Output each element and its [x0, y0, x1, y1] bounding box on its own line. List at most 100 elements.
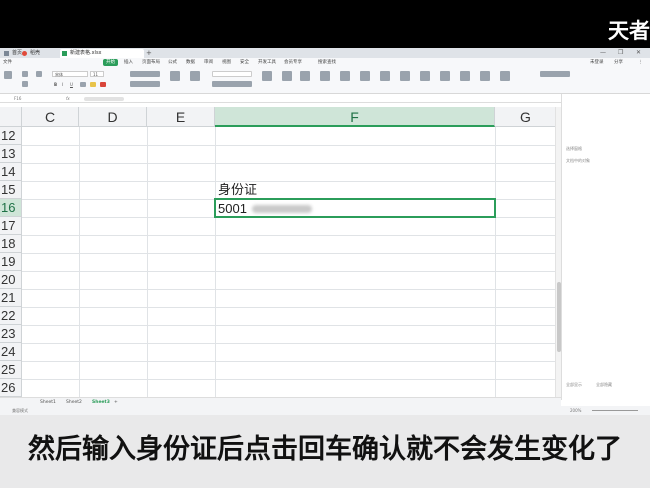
show-all-button[interactable]: 全部显示	[566, 382, 582, 387]
row-header[interactable]: 22	[0, 307, 22, 325]
cell-style-icon[interactable]	[300, 71, 310, 81]
underline-button[interactable]: U	[70, 82, 73, 87]
menu-start[interactable]: 开始	[103, 59, 118, 66]
row-header[interactable]: 18	[0, 235, 22, 253]
freeze-pane-icon[interactable]	[460, 71, 470, 81]
select-all-corner[interactable]	[0, 107, 22, 127]
align-bottom-row[interactable]	[130, 81, 160, 87]
row-header[interactable]: 20	[0, 271, 22, 289]
new-tab-button[interactable]: +	[146, 48, 152, 58]
fill-color-icon[interactable]	[90, 82, 96, 87]
row-header[interactable]: 14	[0, 163, 22, 181]
number-format-select[interactable]	[212, 71, 252, 77]
top-black-bar: 天者	[0, 0, 650, 48]
grid-line	[22, 181, 557, 182]
align-top-row[interactable]	[130, 71, 160, 77]
col-header-c[interactable]: C	[22, 107, 79, 127]
toolbox-icon[interactable]	[540, 71, 570, 77]
grid-line	[215, 127, 216, 397]
grid-line	[79, 127, 80, 397]
name-box[interactable]: F16	[14, 95, 21, 103]
copy-icon[interactable]	[22, 81, 28, 87]
row-header[interactable]: 13	[0, 145, 22, 163]
subtitle-caption: 然后输入身份证后点击回车确认就不会发生变化了	[28, 434, 622, 465]
spreadsheet-grid[interactable]: C D E F G 12 13 14 15 16 17 18 19 20 21 …	[0, 107, 557, 397]
row-header[interactable]: 21	[0, 289, 22, 307]
row-header[interactable]: 26	[0, 379, 22, 397]
table-style-icon[interactable]	[282, 71, 292, 81]
tab-label: 新建表格.xlsx	[70, 50, 102, 56]
grid-line	[22, 325, 557, 326]
row-header[interactable]: 24	[0, 343, 22, 361]
italic-button[interactable]: I	[62, 82, 63, 87]
worksheet-icon[interactable]	[440, 71, 450, 81]
selection-pane: 选择窗格 文档中的对象 全部显示 全部隐藏	[561, 94, 650, 400]
minimize-button[interactable]: —	[600, 48, 606, 58]
subtitle-area: 然后输入身份证后点击回车确认就不会发生变化了	[0, 415, 650, 488]
ribbon-toolbar: 宋体 11 B I U	[0, 67, 650, 94]
maximize-button[interactable]: ❐	[618, 48, 623, 58]
sum-icon[interactable]	[320, 71, 330, 81]
sort-icon[interactable]	[360, 71, 370, 81]
tab-docer[interactable]: 稻壳	[20, 49, 58, 58]
number-format-buttons[interactable]	[212, 81, 252, 87]
row-header[interactable]: 17	[0, 217, 22, 235]
font-size-select[interactable]: 11	[90, 71, 104, 77]
col-header-f[interactable]: F	[215, 107, 495, 127]
merge-cells-icon[interactable]	[170, 71, 180, 81]
cut-icon[interactable]	[22, 71, 28, 77]
col-header-g[interactable]: G	[495, 107, 557, 127]
row-header[interactable]: 15	[0, 181, 22, 199]
grid-line	[147, 127, 148, 397]
menu-view[interactable]: 视图	[222, 58, 231, 67]
row-col-icon[interactable]	[420, 71, 430, 81]
active-cell-f16[interactable]: 5001	[214, 198, 496, 218]
fill-icon[interactable]	[380, 71, 390, 81]
more-icon[interactable]: ⋮	[638, 58, 643, 67]
cell-f15[interactable]: 身份证	[218, 181, 257, 199]
menu-member[interactable]: 会员专享	[284, 58, 302, 67]
menu-developer[interactable]: 开发工具	[258, 58, 276, 67]
formula-input[interactable]	[84, 97, 124, 101]
font-color-icon[interactable]	[100, 82, 106, 87]
close-button[interactable]: ✕	[636, 48, 641, 58]
hide-all-button[interactable]: 全部隐藏	[596, 382, 612, 387]
font-select[interactable]: 宋体	[52, 71, 88, 77]
row-header[interactable]: 25	[0, 361, 22, 379]
wrap-text-icon[interactable]	[190, 71, 200, 81]
zoom-level[interactable]: 200%	[570, 406, 581, 415]
share-button[interactable]: 分享	[614, 58, 623, 67]
col-header-d[interactable]: D	[79, 107, 147, 127]
grid-line	[22, 145, 557, 146]
grid-line	[495, 127, 496, 397]
menu-page-layout[interactable]: 页面布局	[142, 58, 160, 67]
row-header[interactable]: 19	[0, 253, 22, 271]
border-icon[interactable]	[80, 82, 86, 87]
grid-line	[22, 253, 557, 254]
tab-label: 稻壳	[30, 50, 41, 56]
menu-review[interactable]: 审阅	[204, 58, 213, 67]
row-header[interactable]: 23	[0, 325, 22, 343]
format-painter-icon[interactable]	[36, 71, 42, 77]
tab-workbook[interactable]: 新建表格.xlsx	[60, 49, 144, 58]
filter-icon[interactable]	[340, 71, 350, 81]
find-icon[interactable]	[480, 71, 490, 81]
symbol-icon[interactable]	[500, 71, 510, 81]
col-header-e[interactable]: E	[147, 107, 215, 127]
conditional-format-icon[interactable]	[262, 71, 272, 81]
menu-security[interactable]: 安全	[240, 58, 249, 67]
menu-insert[interactable]: 插入	[124, 58, 133, 67]
row-header-selected[interactable]: 16	[0, 199, 22, 217]
zoom-slider[interactable]	[592, 410, 638, 411]
fx-icon[interactable]: fx	[66, 95, 70, 103]
login-status[interactable]: 未登录	[590, 58, 604, 67]
menu-search[interactable]: 搜索查找	[318, 58, 336, 67]
cell-icon[interactable]	[400, 71, 410, 81]
row-header[interactable]: 12	[0, 127, 22, 145]
paste-icon[interactable]	[4, 71, 12, 79]
menu-formula[interactable]: 公式	[168, 58, 177, 67]
menu-file[interactable]: 文件	[3, 58, 12, 67]
menu-data[interactable]: 数据	[186, 58, 195, 67]
bold-button[interactable]: B	[54, 82, 57, 87]
logo: 天者	[608, 19, 650, 43]
